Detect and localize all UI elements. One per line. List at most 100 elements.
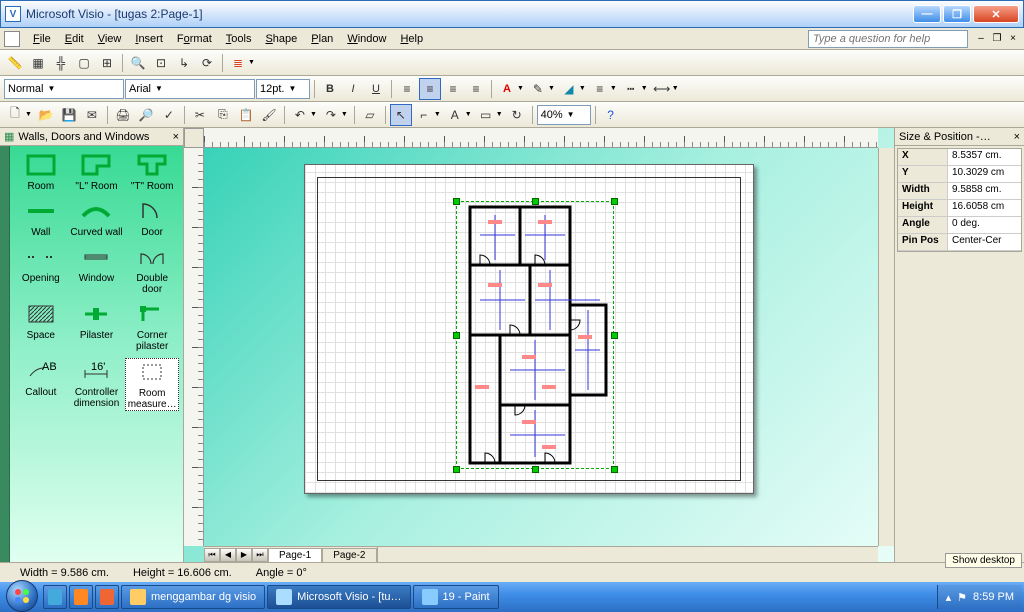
selection-handle[interactable] (611, 332, 618, 339)
save-button[interactable]: 💾 (58, 104, 80, 126)
selection-handle[interactable] (453, 198, 460, 205)
sp-row-y[interactable]: Y10.3029 cm (898, 166, 1021, 183)
menu-plan[interactable]: Plan (304, 31, 340, 47)
selection-handle[interactable] (532, 198, 539, 205)
menu-format[interactable]: Format (170, 31, 219, 47)
shape-opening[interactable]: Opening (14, 244, 68, 295)
align-right-button[interactable]: ≡ (442, 78, 464, 100)
shape-callout[interactable]: ABCCallout (14, 358, 68, 411)
connect-points-icon[interactable]: ▢ (73, 52, 95, 74)
shape-double-door[interactable]: Double door (125, 244, 179, 295)
prev-page-button[interactable]: ◀ (220, 548, 236, 562)
task-paint[interactable]: 19 - Paint (413, 585, 499, 609)
menu-insert[interactable]: Insert (128, 31, 170, 47)
selection-handle[interactable] (611, 466, 618, 473)
close-button[interactable]: ✕ (973, 5, 1019, 23)
shape-door[interactable]: Door (125, 198, 179, 238)
paste-button[interactable]: 📋 (235, 104, 257, 126)
font-color-button[interactable]: A (496, 78, 518, 100)
shape-t-room[interactable]: "T" Room (125, 152, 179, 192)
first-page-button[interactable]: ⏮ (204, 548, 220, 562)
task-visio[interactable]: Microsoft Visio - [tu… (267, 585, 410, 609)
fontsize-combo[interactable]: 12pt.▼ (256, 79, 310, 99)
quick-launch-media[interactable] (69, 585, 93, 609)
rotate-tool[interactable]: ↻ (506, 104, 528, 126)
snap-icon[interactable]: ⊞ (96, 52, 118, 74)
auto-connect-icon[interactable]: ⟳ (196, 52, 218, 74)
redo-button[interactable]: ↷ (320, 104, 342, 126)
align-left-button[interactable]: ≡ (396, 78, 418, 100)
shape-space[interactable]: Space (14, 301, 68, 352)
sp-row-pinpos[interactable]: Pin PosCenter-Cer (898, 234, 1021, 251)
help-button[interactable]: ? (600, 104, 622, 126)
sp-row-angle[interactable]: Angle0 deg. (898, 217, 1021, 234)
mdi-minimize[interactable]: – (974, 32, 988, 46)
stencil-close[interactable]: × (173, 131, 179, 143)
canvas[interactable] (204, 148, 878, 546)
last-page-button[interactable]: ⏭ (252, 548, 268, 562)
print-preview-button[interactable]: 🔎 (135, 104, 157, 126)
pointer-tool[interactable]: ↖ (390, 104, 412, 126)
shape-pilaster[interactable]: Pilaster (70, 301, 124, 352)
spelling-button[interactable]: ✓ (158, 104, 180, 126)
menu-window[interactable]: Window (340, 31, 393, 47)
font-combo[interactable]: Arial▼ (125, 79, 255, 99)
zoom-icon[interactable]: 🔍 (127, 52, 149, 74)
new-button[interactable]: 🗋 (4, 104, 26, 126)
sp-row-width[interactable]: Width9.5858 cm. (898, 183, 1021, 200)
guides-icon[interactable]: ╬ (50, 52, 72, 74)
next-page-button[interactable]: ▶ (236, 548, 252, 562)
underline-button[interactable]: U (365, 78, 387, 100)
menu-view[interactable]: View (91, 31, 129, 47)
copy-button[interactable]: ⎘ (212, 104, 234, 126)
selection-handle[interactable] (532, 466, 539, 473)
menu-tools[interactable]: Tools (219, 31, 259, 47)
sp-row-x[interactable]: X8.5357 cm. (898, 149, 1021, 166)
drawing-area[interactable]: ⏮ ◀ ▶ ⏭ Page-1 Page-2 (184, 128, 894, 562)
system-tray[interactable]: ▴ ⚑ 8:59 PM (937, 585, 1022, 609)
grid-icon[interactable]: ▦ (27, 52, 49, 74)
menu-help[interactable]: Help (393, 31, 430, 47)
size-position-close[interactable]: × (1014, 131, 1020, 143)
menu-shape[interactable]: Shape (258, 31, 304, 47)
clock[interactable]: 8:59 PM (973, 591, 1014, 603)
shape-wall[interactable]: Wall (14, 198, 68, 238)
layers-icon[interactable]: ≣ (227, 52, 249, 74)
email-button[interactable]: ✉ (81, 104, 103, 126)
horizontal-scrollbar[interactable] (377, 547, 879, 562)
maximize-button[interactable]: ❐ (943, 5, 971, 23)
mdi-restore[interactable]: ❐ (990, 32, 1004, 46)
text-tool[interactable]: A (444, 104, 466, 126)
quick-launch-ie[interactable] (43, 585, 67, 609)
minimize-button[interactable]: — (913, 5, 941, 23)
shape-room[interactable]: Room (14, 152, 68, 192)
selection-handle[interactable] (611, 198, 618, 205)
stencil-sidebar[interactable] (0, 146, 10, 562)
document-icon[interactable] (4, 31, 20, 47)
menu-file[interactable]: File (26, 31, 58, 47)
shape-corner-pilaster[interactable]: Corner pilaster (125, 301, 179, 352)
quick-launch-firefox[interactable] (95, 585, 119, 609)
sp-row-height[interactable]: Height16.6058 cm (898, 200, 1021, 217)
line-pattern-button[interactable]: ┅ (620, 78, 642, 100)
style-combo[interactable]: Normal▼ (4, 79, 124, 99)
rectangle-tool[interactable]: ▭ (475, 104, 497, 126)
tab-page-1[interactable]: Page-1 (268, 548, 322, 562)
cut-button[interactable]: ✂ (189, 104, 211, 126)
zoom-combo[interactable]: 40%▼ (537, 105, 591, 125)
line-ends-button[interactable]: ⟷ (651, 78, 673, 100)
horizontal-ruler[interactable] (204, 128, 878, 148)
start-button[interactable] (2, 582, 42, 612)
vertical-ruler[interactable] (184, 148, 204, 546)
bold-button[interactable]: B (319, 78, 341, 100)
align-justify-button[interactable]: ≡ (465, 78, 487, 100)
selection-handle[interactable] (453, 332, 460, 339)
task-explorer[interactable]: menggambar dg visio (121, 585, 265, 609)
ruler-icon[interactable]: 📏 (4, 52, 26, 74)
fill-color-button[interactable]: ◢ (558, 78, 580, 100)
shape-controller-dim[interactable]: 16'Controller dimension (70, 358, 124, 411)
connector-tool[interactable]: ⌐ (413, 104, 435, 126)
shape-curved-wall[interactable]: Curved wall (70, 198, 124, 238)
open-button[interactable]: 📂 (35, 104, 57, 126)
selection-handle[interactable] (453, 466, 460, 473)
